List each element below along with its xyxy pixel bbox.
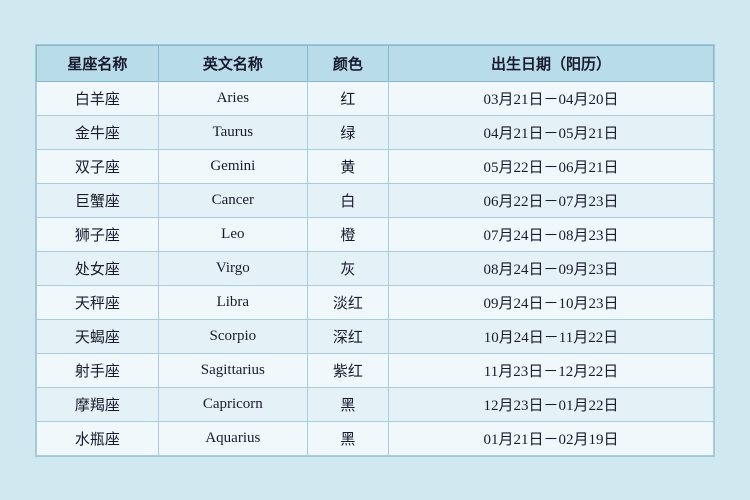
zodiac-table: 星座名称 英文名称 颜色 出生日期（阳历） 白羊座Aries红03月21日－04… bbox=[36, 45, 714, 456]
table-row: 射手座Sagittarius紫红11月23日－12月22日 bbox=[37, 353, 714, 387]
table-row: 巨蟹座Cancer白06月22日－07月23日 bbox=[37, 183, 714, 217]
cell-chinese: 射手座 bbox=[37, 353, 159, 387]
cell-color: 黑 bbox=[307, 387, 388, 421]
cell-chinese: 摩羯座 bbox=[37, 387, 159, 421]
cell-english: Aquarius bbox=[158, 421, 307, 455]
cell-english: Sagittarius bbox=[158, 353, 307, 387]
cell-date: 01月21日－02月19日 bbox=[389, 421, 714, 455]
cell-color: 淡红 bbox=[307, 285, 388, 319]
cell-chinese: 白羊座 bbox=[37, 81, 159, 115]
table-row: 天蝎座Scorpio深红10月24日－11月22日 bbox=[37, 319, 714, 353]
cell-english: Aries bbox=[158, 81, 307, 115]
table-header-row: 星座名称 英文名称 颜色 出生日期（阳历） bbox=[37, 45, 714, 81]
header-date: 出生日期（阳历） bbox=[389, 45, 714, 81]
table-row: 双子座Gemini黄05月22日－06月21日 bbox=[37, 149, 714, 183]
cell-english: Scorpio bbox=[158, 319, 307, 353]
cell-color: 深红 bbox=[307, 319, 388, 353]
cell-color: 红 bbox=[307, 81, 388, 115]
cell-english: Gemini bbox=[158, 149, 307, 183]
cell-date: 10月24日－11月22日 bbox=[389, 319, 714, 353]
table-row: 天秤座Libra淡红09月24日－10月23日 bbox=[37, 285, 714, 319]
cell-chinese: 巨蟹座 bbox=[37, 183, 159, 217]
cell-english: Leo bbox=[158, 217, 307, 251]
cell-date: 09月24日－10月23日 bbox=[389, 285, 714, 319]
header-color: 颜色 bbox=[307, 45, 388, 81]
cell-date: 05月22日－06月21日 bbox=[389, 149, 714, 183]
cell-english: Capricorn bbox=[158, 387, 307, 421]
table-row: 摩羯座Capricorn黑12月23日－01月22日 bbox=[37, 387, 714, 421]
cell-date: 03月21日－04月20日 bbox=[389, 81, 714, 115]
table-row: 水瓶座Aquarius黑01月21日－02月19日 bbox=[37, 421, 714, 455]
cell-date: 04月21日－05月21日 bbox=[389, 115, 714, 149]
cell-color: 白 bbox=[307, 183, 388, 217]
cell-color: 紫红 bbox=[307, 353, 388, 387]
cell-english: Cancer bbox=[158, 183, 307, 217]
cell-chinese: 水瓶座 bbox=[37, 421, 159, 455]
cell-color: 黄 bbox=[307, 149, 388, 183]
cell-date: 08月24日－09月23日 bbox=[389, 251, 714, 285]
cell-date: 11月23日－12月22日 bbox=[389, 353, 714, 387]
table-row: 白羊座Aries红03月21日－04月20日 bbox=[37, 81, 714, 115]
table-body: 白羊座Aries红03月21日－04月20日金牛座Taurus绿04月21日－0… bbox=[37, 81, 714, 455]
table-row: 处女座Virgo灰08月24日－09月23日 bbox=[37, 251, 714, 285]
cell-chinese: 天蝎座 bbox=[37, 319, 159, 353]
cell-date: 06月22日－07月23日 bbox=[389, 183, 714, 217]
cell-english: Libra bbox=[158, 285, 307, 319]
cell-color: 黑 bbox=[307, 421, 388, 455]
cell-color: 灰 bbox=[307, 251, 388, 285]
cell-chinese: 狮子座 bbox=[37, 217, 159, 251]
cell-chinese: 处女座 bbox=[37, 251, 159, 285]
header-chinese-name: 星座名称 bbox=[37, 45, 159, 81]
cell-chinese: 双子座 bbox=[37, 149, 159, 183]
zodiac-table-container: 星座名称 英文名称 颜色 出生日期（阳历） 白羊座Aries红03月21日－04… bbox=[35, 44, 715, 457]
cell-date: 07月24日－08月23日 bbox=[389, 217, 714, 251]
cell-english: Virgo bbox=[158, 251, 307, 285]
cell-english: Taurus bbox=[158, 115, 307, 149]
cell-chinese: 天秤座 bbox=[37, 285, 159, 319]
table-row: 金牛座Taurus绿04月21日－05月21日 bbox=[37, 115, 714, 149]
table-row: 狮子座Leo橙07月24日－08月23日 bbox=[37, 217, 714, 251]
cell-color: 绿 bbox=[307, 115, 388, 149]
header-english-name: 英文名称 bbox=[158, 45, 307, 81]
cell-chinese: 金牛座 bbox=[37, 115, 159, 149]
cell-date: 12月23日－01月22日 bbox=[389, 387, 714, 421]
cell-color: 橙 bbox=[307, 217, 388, 251]
